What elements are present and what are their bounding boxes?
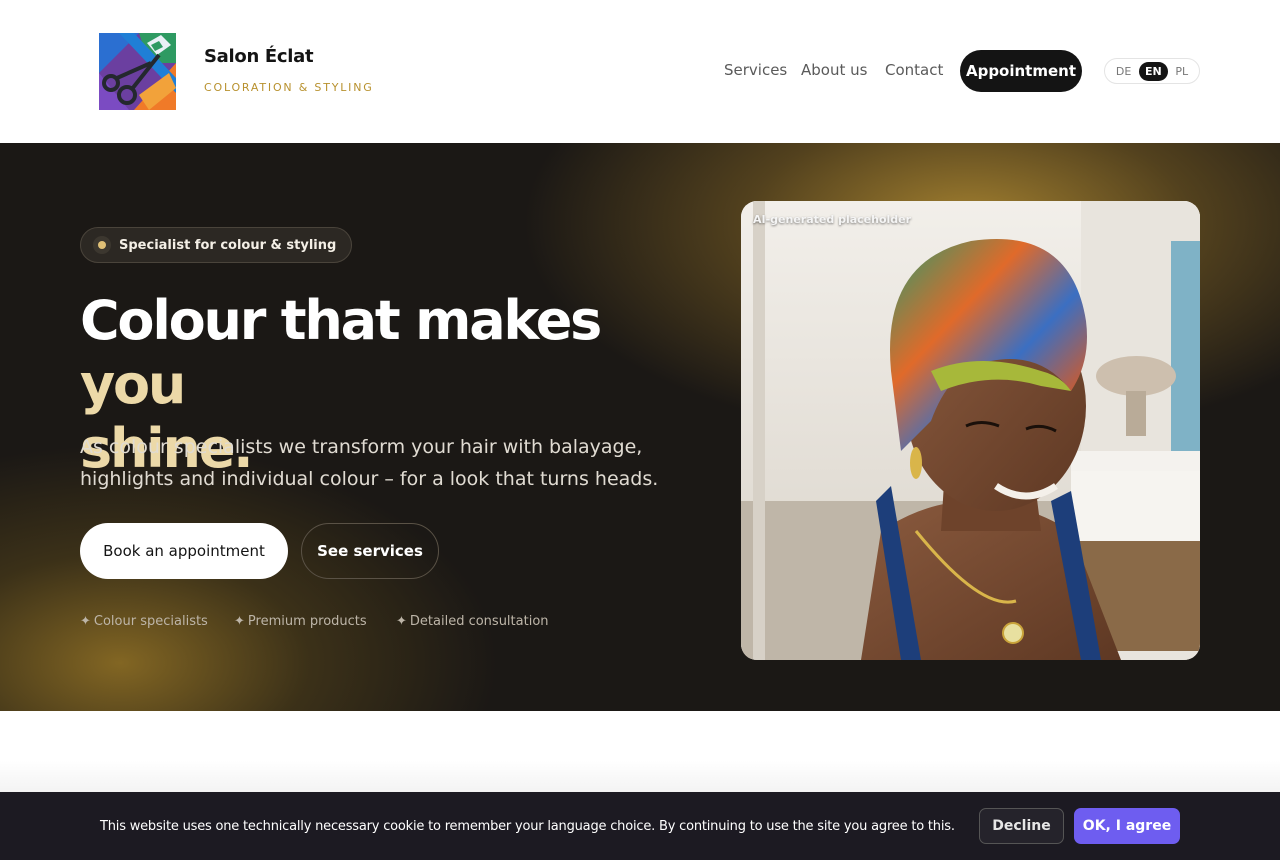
badge-dot-icon bbox=[93, 236, 111, 254]
sparkle-icon: ✦ bbox=[80, 614, 91, 629]
sparkle-icon: ✦ bbox=[396, 614, 407, 629]
nav-link-about[interactable]: About us bbox=[801, 61, 867, 79]
site-header: Salon Éclat COLORATION & STYLING Service… bbox=[0, 0, 1280, 143]
cookie-banner: This website uses one technically necess… bbox=[0, 792, 1280, 860]
headline-gold-you: you bbox=[80, 353, 186, 416]
photo-placeholder-label: AI-generated placeholder bbox=[753, 213, 912, 226]
specialist-badge: Specialist for colour & styling bbox=[80, 227, 353, 263]
badge-label: Specialist for colour & styling bbox=[119, 237, 337, 253]
nav-link-services[interactable]: Services bbox=[724, 61, 787, 79]
cookie-decline-button[interactable]: Decline bbox=[979, 808, 1064, 844]
sparkle-icon: ✦ bbox=[234, 614, 245, 629]
nav-link-contact[interactable]: Contact bbox=[885, 61, 943, 79]
language-option-pl[interactable]: PL bbox=[1169, 62, 1194, 81]
headline-white: Colour that makes bbox=[80, 289, 602, 352]
appointment-button[interactable]: Appointment bbox=[960, 50, 1082, 92]
hero-lede: As colour specialists we transform your … bbox=[80, 436, 659, 490]
feature-detailed-consultation: ✦ Detailed consultation bbox=[396, 614, 549, 629]
feature-premium-products: ✦ Premium products bbox=[234, 614, 367, 629]
book-appointment-button[interactable]: Book an appointment bbox=[80, 523, 288, 579]
salon-logo-icon[interactable] bbox=[99, 33, 176, 110]
language-switcher: DE EN PL bbox=[1104, 58, 1200, 84]
cookie-agree-button[interactable]: OK, I agree bbox=[1074, 808, 1180, 844]
feature-label: Colour specialists bbox=[93, 614, 208, 629]
language-option-de[interactable]: DE bbox=[1110, 62, 1137, 81]
hero-section: Specialist for colour & styling Colour t… bbox=[0, 143, 1280, 711]
see-services-button[interactable]: See services bbox=[301, 523, 439, 579]
brand-name[interactable]: Salon Éclat bbox=[204, 46, 314, 67]
hero-photo bbox=[741, 201, 1200, 660]
feature-label: Premium products bbox=[247, 614, 367, 629]
brand-tagline: COLORATION & STYLING bbox=[204, 81, 374, 94]
language-option-en[interactable]: EN bbox=[1138, 61, 1168, 81]
feature-colour-specialists: ✦ Colour specialists bbox=[80, 614, 208, 629]
cookie-message: This website uses one technically necess… bbox=[100, 819, 955, 834]
feature-label: Detailed consultation bbox=[409, 614, 549, 629]
